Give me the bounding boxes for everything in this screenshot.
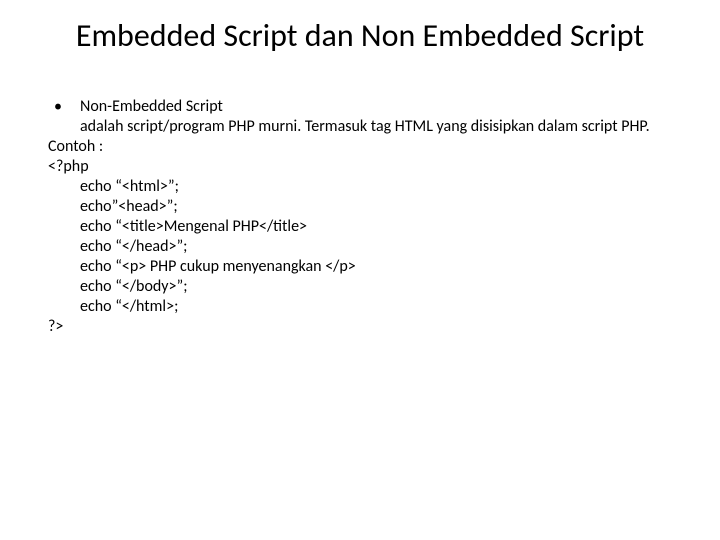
line-code-1: echo “<html>”; [48,177,672,197]
line-code-2: echo”<head>”; [48,197,672,217]
line-contoh: Contoh : [48,137,672,157]
slide-title: Embedded Script dan Non Embedded Script [48,18,672,55]
line-php-open: <?php [48,157,672,177]
line-code-4: echo “</head>”; [48,237,672,257]
line-code-7: echo “</html>; [48,297,672,317]
bullet-desc: adalah script/program PHP murni. Termasu… [80,117,672,137]
bullet-content: Non-Embedded Script adalah script/progra… [80,97,672,137]
line-php-close: ?> [48,317,672,337]
slide: Embedded Script dan Non Embedded Script … [0,0,720,337]
line-code-5: echo “<p> PHP cukup menyenangkan </p> [48,257,672,277]
line-code-3: echo “<title>Mengenal PHP</title> [48,217,672,237]
bullet-heading: Non-Embedded Script [80,97,672,117]
line-code-6: echo “</body>”; [48,277,672,297]
bullet-item: • Non-Embedded Script adalah script/prog… [48,97,672,137]
bullet-marker: • [48,97,80,137]
slide-body: • Non-Embedded Script adalah script/prog… [48,97,672,337]
